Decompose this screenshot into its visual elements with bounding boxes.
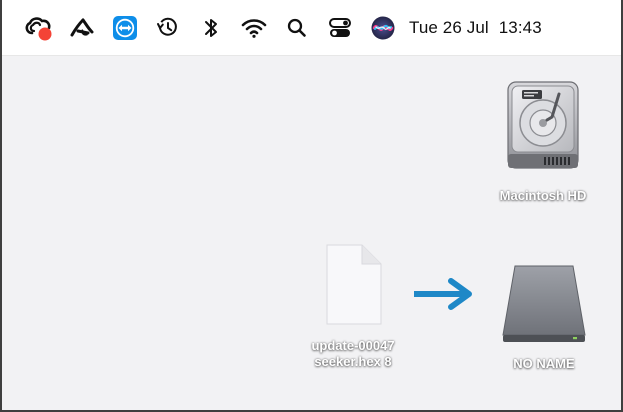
menu-bar-clock[interactable]: Tue 26 Jul 13:43 (409, 18, 542, 38)
bluetooth-icon[interactable] (195, 12, 227, 44)
no-name-drive-item[interactable]: NO NAME (494, 262, 594, 372)
desktop: Macintosh HD update-00047 seeker.hex 8 N… (2, 56, 621, 410)
no-name-label: NO NAME (513, 356, 575, 371)
siri-icon[interactable] (367, 12, 399, 44)
control-center-icon[interactable] (324, 12, 356, 44)
wifi-icon[interactable] (238, 12, 270, 44)
document-icon (321, 242, 385, 328)
clock-date: Tue 26 Jul (409, 17, 489, 37)
teamviewer-icon[interactable] (109, 12, 141, 44)
spotlight-search-icon[interactable] (281, 12, 313, 44)
setapp-icon[interactable] (66, 12, 98, 44)
screen: Tue 26 Jul 13:43 Macintosh HD update-000… (0, 0, 623, 412)
macintosh-hd-label: Macintosh HD (499, 188, 587, 203)
file-label-line-1: update-00047 (311, 338, 395, 353)
external-drive-icon (499, 262, 589, 344)
clock-time: 13:43 (498, 17, 542, 37)
internal-hard-drive-icon (500, 80, 586, 174)
file-item[interactable]: update-00047 seeker.hex 8 (280, 242, 426, 371)
right-arrow-icon (408, 274, 480, 314)
file-label-line-2: seeker.hex 8 (314, 354, 392, 370)
time-machine-icon[interactable] (152, 12, 184, 44)
menu-bar: Tue 26 Jul 13:43 (2, 0, 621, 56)
macintosh-hd-item[interactable]: Macintosh HD (468, 80, 618, 204)
creative-cloud-icon[interactable] (22, 12, 54, 44)
